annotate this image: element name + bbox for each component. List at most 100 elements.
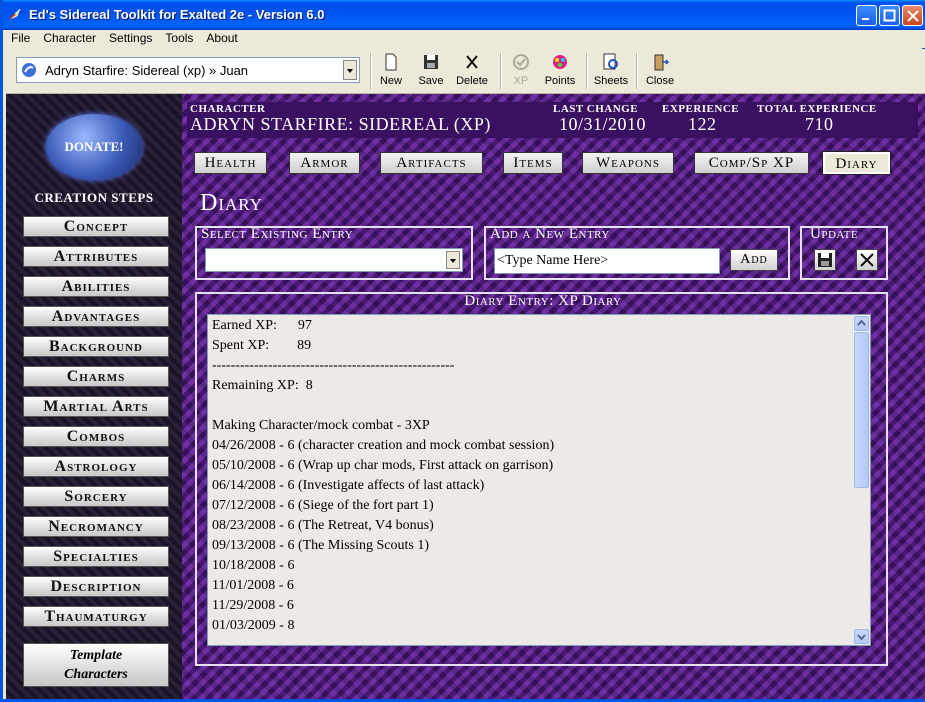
step-sorcery[interactable]: Sorcery xyxy=(23,486,169,507)
dropdown-button[interactable] xyxy=(343,60,357,80)
points-icon xyxy=(553,55,567,69)
last-change-value: 10/31/2010 xyxy=(559,114,647,134)
diary-line: Spent XP: 89 xyxy=(212,338,312,353)
main-area: DONATE! CREATION STEPS Concept Attribute… xyxy=(6,94,925,699)
diary-line: 11/01/2008 - 6 xyxy=(212,578,294,593)
add-entry-group: Add a New Entry <Type Name Here> Add xyxy=(484,226,790,280)
title-bar[interactable]: Ed's Sidereal Toolkit for Exalted 2e - V… xyxy=(3,0,925,30)
close-icon xyxy=(907,10,919,22)
total-experience-value: 710 xyxy=(805,114,834,134)
diary-line: Remaining XP: 8 xyxy=(212,378,313,393)
toolbar-separator xyxy=(586,53,588,89)
tab-items[interactable]: Items xyxy=(503,152,563,174)
chevron-down-icon xyxy=(857,634,866,641)
template-characters-button[interactable]: Template Characters xyxy=(23,643,169,687)
diary-line: 08/23/2008 - 6 (The Retreat, V4 bonus) xyxy=(212,518,434,533)
diary-line: 10/18/2008 - 6 xyxy=(212,558,295,573)
step-martial-arts[interactable]: Martial Arts xyxy=(23,396,169,417)
diary-text-area[interactable]: Earned XP: 97 Spent XP: 89 -------------… xyxy=(207,314,871,646)
discard-entry-button[interactable] xyxy=(856,249,878,271)
step-specialties[interactable]: Specialties xyxy=(23,546,169,567)
existing-entry-select[interactable] xyxy=(205,248,463,272)
diary-line: Earned XP: 97 xyxy=(212,318,312,333)
add-button[interactable]: Add xyxy=(730,249,778,271)
diary-line xyxy=(212,398,870,418)
step-abilities[interactable]: Abilities xyxy=(23,276,169,297)
window-title: Ed's Sidereal Toolkit for Exalted 2e - V… xyxy=(29,7,325,22)
chevron-up-icon xyxy=(857,319,866,326)
scroll-up-button[interactable] xyxy=(854,316,869,331)
menu-tools[interactable]: Tools xyxy=(157,30,198,45)
delete-button-label: Delete xyxy=(456,75,488,87)
save-button[interactable]: Save xyxy=(416,53,446,91)
step-astrology[interactable]: Astrology xyxy=(23,456,169,477)
menu-file[interactable]: File xyxy=(3,30,35,45)
template-label: Template xyxy=(69,648,123,663)
character-select[interactable]: Adryn Starfire: Sidereal (xp) » Juan xyxy=(16,57,360,83)
step-background[interactable]: Background xyxy=(23,336,169,357)
save-disk-icon xyxy=(818,253,832,267)
minimize-button[interactable] xyxy=(856,5,877,26)
diary-line: 09/13/2008 - 6 (The Missing Scouts 1) xyxy=(212,538,429,553)
sidereal-character-icon xyxy=(22,63,36,77)
menu-settings[interactable]: Settings xyxy=(101,30,157,45)
step-advantages[interactable]: Advantages xyxy=(23,306,169,327)
step-charms[interactable]: Charms xyxy=(23,366,169,387)
diary-panel: Diary Select Existing Entry Add a New En… xyxy=(182,182,925,699)
diary-line: Making Character/mock combat - 3XP xyxy=(212,418,430,433)
xp-button[interactable]: XP xyxy=(508,53,534,91)
maximize-icon xyxy=(883,9,896,22)
save-entry-button[interactable] xyxy=(814,249,836,271)
sidebar: DONATE! CREATION STEPS Concept Attribute… xyxy=(6,94,182,699)
chevron-down-icon xyxy=(347,69,353,73)
save-button-label: Save xyxy=(418,75,444,87)
tab-artifacts[interactable]: Artifacts xyxy=(380,152,483,174)
diary-line: 07/12/2008 - 6 (Siege of the fort part 1… xyxy=(212,498,434,513)
new-button-label: New xyxy=(379,75,402,87)
scroll-thumb[interactable] xyxy=(854,332,869,488)
dropdown-button[interactable] xyxy=(446,251,460,269)
new-button[interactable]: New xyxy=(376,53,406,91)
character-header: CHARACTER ADRYN STARFIRE: SIDEREAL (XP) … xyxy=(187,102,918,138)
close-button[interactable]: Close xyxy=(644,53,676,91)
step-description[interactable]: Description xyxy=(23,576,169,597)
diary-line: ----------------------------------------… xyxy=(212,358,455,373)
tab-armor[interactable]: Armor xyxy=(289,152,360,174)
step-necromancy[interactable]: Necromancy xyxy=(23,516,169,537)
step-combos[interactable]: Combos xyxy=(23,426,169,447)
diary-line: 05/10/2008 - 6 (Wrap up char mods, First… xyxy=(212,458,554,473)
sheets-icon xyxy=(603,53,618,70)
tab-comp-sp-xp[interactable]: Comp/Sp XP xyxy=(694,152,809,174)
tab-weapons[interactable]: Weapons xyxy=(582,152,674,174)
delete-x-icon xyxy=(466,55,478,69)
diary-entry-group: Diary Entry: XP Diary Earned XP: 97 Spen… xyxy=(195,292,888,666)
delete-button[interactable]: Delete xyxy=(451,53,493,91)
close-icon xyxy=(860,253,874,267)
select-entry-group: Select Existing Entry xyxy=(195,226,473,280)
menu-about[interactable]: About xyxy=(198,30,242,45)
page-title: Diary xyxy=(200,190,263,216)
add-entry-label: Add a New Entry xyxy=(490,226,610,242)
tab-health[interactable]: Health xyxy=(194,152,267,174)
donate-button[interactable]: DONATE! xyxy=(46,114,142,180)
creation-steps-title: CREATION STEPS xyxy=(34,190,154,205)
tab-diary[interactable]: Diary xyxy=(822,151,891,175)
scroll-down-button[interactable] xyxy=(854,629,869,644)
maximize-button[interactable] xyxy=(879,5,900,26)
step-concept[interactable]: Concept xyxy=(23,216,169,237)
close-window-button[interactable] xyxy=(902,5,923,26)
points-button[interactable]: Points xyxy=(542,53,578,91)
close-door-icon xyxy=(654,54,669,71)
sheets-button-label: Sheets xyxy=(593,75,629,87)
step-thaumaturgy[interactable]: Thaumaturgy xyxy=(23,606,169,627)
menu-character[interactable]: Character xyxy=(35,30,101,45)
characters-label: Characters xyxy=(64,667,128,682)
points-button-label: Points xyxy=(544,75,576,87)
vertical-scrollbar[interactable] xyxy=(852,315,870,644)
entry-header: Diary Entry: XP Diary xyxy=(464,293,622,309)
sheets-button[interactable]: Sheets xyxy=(592,53,630,91)
entry-name-input[interactable]: <Type Name Here> xyxy=(494,248,720,274)
app-window: Ed's Sidereal Toolkit for Exalted 2e - V… xyxy=(0,0,925,702)
diary-line: 01/03/2009 - 8 xyxy=(212,618,295,633)
step-attributes[interactable]: Attributes xyxy=(23,246,169,267)
